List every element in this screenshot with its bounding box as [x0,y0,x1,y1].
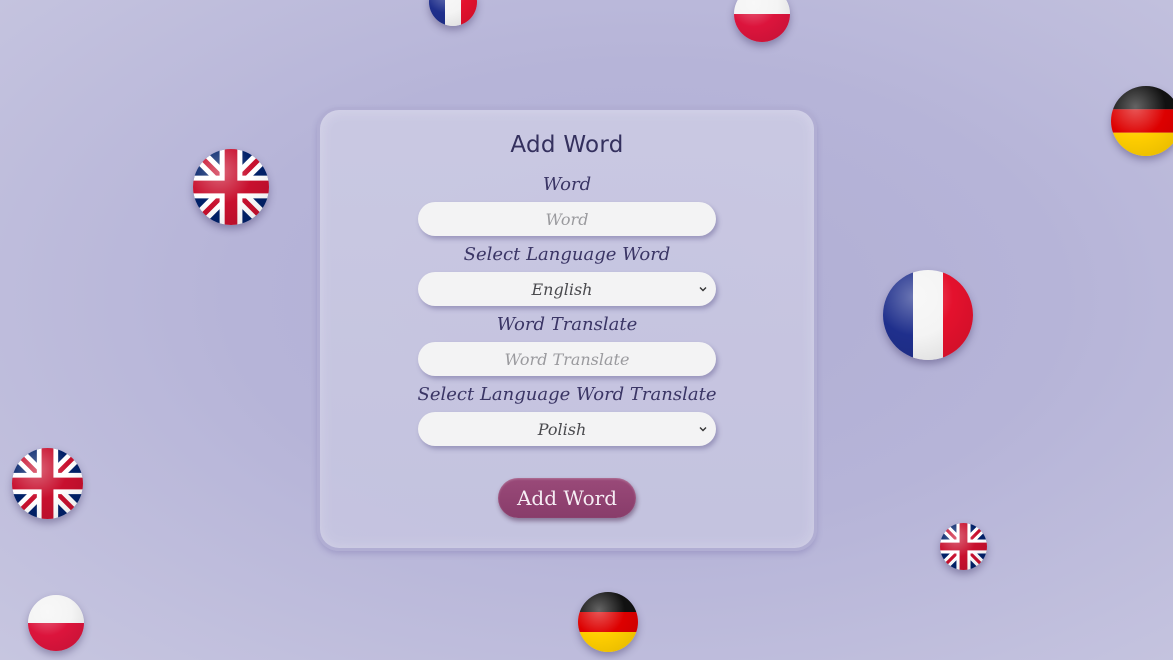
add-word-button[interactable]: Add Word [498,478,636,518]
word-language-selected: English [531,279,593,299]
word-input[interactable] [418,202,716,236]
chevron-down-icon [699,427,707,432]
flag-france-icon [883,270,973,360]
flag-france-icon [429,0,477,26]
word-translate-label: Word Translate [496,314,638,335]
word-language-select[interactable]: English [418,272,716,306]
translate-language-label: Select Language Word Translate [417,384,717,405]
translate-language-selected: Polish [537,419,587,439]
flag-uk-icon [12,448,83,519]
flag-germany-icon [578,592,638,652]
translate-language-select[interactable]: Polish [418,412,716,446]
flag-germany-icon [1111,86,1173,156]
flag-uk-icon [940,523,987,570]
word-translate-input[interactable] [418,342,716,376]
word-language-label: Select Language Word [463,244,671,265]
flag-poland-icon [28,595,84,651]
word-label: Word [542,174,592,195]
form-title: Add Word [510,132,624,158]
add-word-card: Add Word Word Select Language Word Engli… [317,107,817,551]
chevron-down-icon [699,287,707,292]
flag-uk-icon [193,149,269,225]
flag-poland-icon [734,0,790,42]
